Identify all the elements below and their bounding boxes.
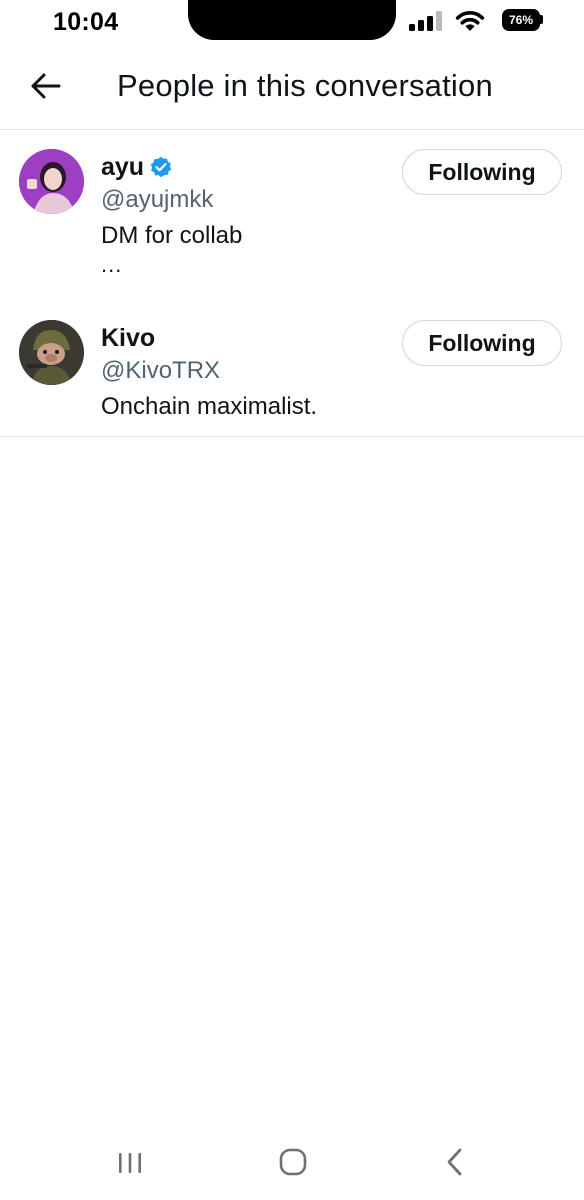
following-button[interactable]: Following xyxy=(402,320,562,366)
list-item-person-ayu[interactable]: ayu @ayujmkk DM for collab ... Following xyxy=(0,130,584,301)
display-name-row: Kivo xyxy=(101,323,155,353)
back-button[interactable] xyxy=(22,64,70,108)
avatar[interactable] xyxy=(19,320,84,385)
home-icon[interactable] xyxy=(276,1146,310,1178)
camera-notch xyxy=(188,0,396,40)
user-handle[interactable]: @KivoTRX xyxy=(101,357,220,385)
battery-percent: 76% xyxy=(502,9,540,31)
wifi-icon xyxy=(455,11,485,31)
top-app-bar: People in this conversation xyxy=(0,48,584,130)
avatar-image xyxy=(19,149,84,214)
people-list: ayu @ayujmkk DM for collab ... Following xyxy=(0,130,584,437)
verified-badge-icon xyxy=(150,156,172,178)
back-chevron-icon[interactable] xyxy=(440,1145,470,1179)
display-name[interactable]: Kivo xyxy=(101,324,155,353)
avatar[interactable] xyxy=(19,149,84,214)
system-nav-bar xyxy=(0,1130,584,1200)
display-name-row: ayu xyxy=(101,152,172,182)
user-bio: Onchain maximalist. xyxy=(101,393,318,420)
status-time: 10:04 xyxy=(53,8,119,36)
user-handle[interactable]: @ayujmkk xyxy=(101,186,213,214)
battery-icon: 76% xyxy=(502,9,544,31)
signal-icon xyxy=(409,11,442,31)
display-name[interactable]: ayu xyxy=(101,153,144,182)
battery-nub xyxy=(540,15,543,24)
status-bar: 10:04 76% xyxy=(0,0,584,48)
page-title: People in this conversation xyxy=(117,68,493,103)
arrow-left-icon xyxy=(31,73,61,99)
recents-icon[interactable] xyxy=(113,1147,147,1177)
avatar-image xyxy=(19,320,84,385)
bio-ellipsis: ... xyxy=(101,252,123,277)
user-bio: DM for collab xyxy=(101,222,243,249)
following-button[interactable]: Following xyxy=(402,149,562,195)
list-item-person-kivo[interactable]: Kivo @KivoTRX Onchain maximalist. Follow… xyxy=(0,301,584,436)
